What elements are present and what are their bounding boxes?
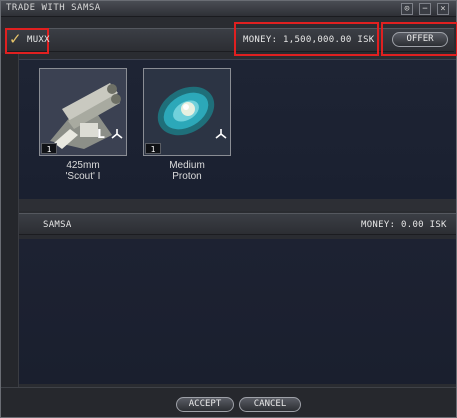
footer-bar: ACCEPT CANCEL <box>1 387 456 417</box>
my-name-label: MUXX <box>27 35 50 45</box>
cancel-button[interactable]: CANCEL <box>239 397 301 412</box>
item-icon-frame: L 1 <box>39 68 127 156</box>
accept-button[interactable]: ACCEPT <box>176 397 234 412</box>
item-icon-frame: 1 <box>143 68 231 156</box>
their-name-label: SAMSA <box>43 220 72 230</box>
highlight-offer <box>381 22 457 56</box>
left-strip <box>1 53 19 393</box>
item-name-line1: 425mm <box>66 160 100 171</box>
window-title: TRADE WITH SAMSA <box>6 3 101 13</box>
item-name-line2: 'Scout' I <box>65 171 101 182</box>
slot-type-badge: L <box>97 127 105 141</box>
fitting-icon <box>215 129 227 139</box>
their-money-label: MONEY: 0.00 ISK <box>361 220 447 230</box>
section-divider <box>19 199 456 211</box>
close-icon[interactable]: × <box>437 3 449 15</box>
trade-window: TRADE WITH SAMSA ⊙ − × ✓ MUXX MONEY: 1,5… <box>0 0 457 418</box>
item-quantity: 1 <box>41 143 57 154</box>
fitting-icon <box>111 129 123 139</box>
their-items-panel[interactable] <box>19 239 456 384</box>
item-name-line2: Proton <box>172 171 202 182</box>
minimize-icon[interactable]: − <box>419 3 431 15</box>
highlight-money <box>234 22 379 56</box>
title-bar[interactable]: TRADE WITH SAMSA ⊙ − × <box>1 1 456 17</box>
pin-icon[interactable]: ⊙ <box>401 3 413 15</box>
item-name-line1: Medium <box>169 160 205 171</box>
item-quantity: 1 <box>145 143 161 154</box>
